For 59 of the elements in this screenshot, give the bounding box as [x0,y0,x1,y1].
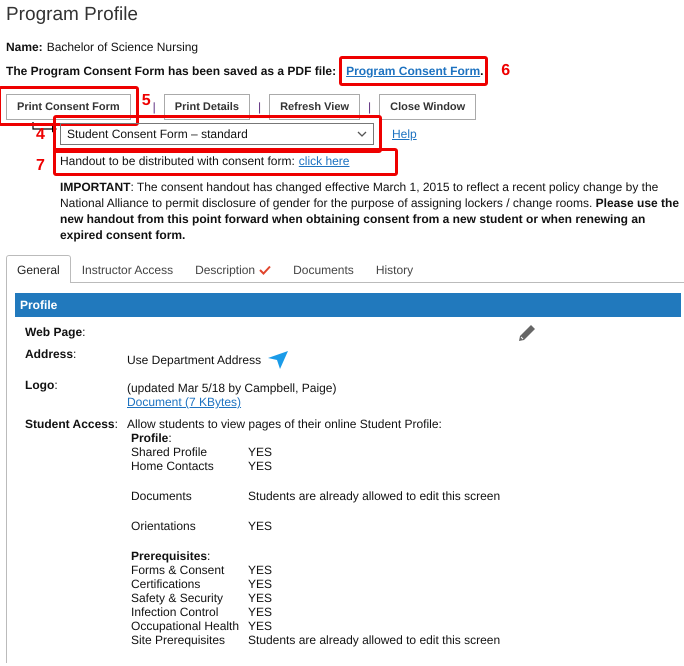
field-label: Address: [25,347,78,363]
tab[interactable]: Instructor Access [70,255,184,283]
program-name: Bachelor of Science Nursing [46,40,198,54]
callout-number: 5 [142,92,151,110]
access-value: YES [248,519,272,533]
access-name: Orientations [131,519,197,533]
pdf-notice: The Program Consent Form has been saved as a PDF file: [6,64,336,78]
access-value: YES [248,459,272,473]
navigation-arrow-icon [267,350,290,370]
handout-text: Handout to be distributed with consent form: [60,154,295,168]
access-name: Home Contacts [131,459,215,473]
tab[interactable]: History [364,255,424,283]
section-header: Profile [15,293,681,317]
callout-number: 6 [501,62,510,80]
access-value: Students are already allowed to edit this screen [248,489,500,503]
field-value: Use Department Address [127,353,262,367]
name-label: Name: [6,40,43,54]
access-name: Shared Profile [131,445,208,459]
separator: | [152,100,156,114]
toolbar-button[interactable]: Print Consent Form [6,94,131,120]
chevron-down-icon [357,131,367,137]
tab[interactable]: General [6,255,71,283]
consent-form-dropdown[interactable]: Student Consent Form – standard [60,123,374,145]
access-value: YES [248,605,272,619]
field-value: (updated Mar 5/18 by Campbell, Paige) [127,381,336,395]
field-label: Logo: [25,378,59,394]
access-name: Occupational Health [131,619,240,633]
toolbar-button[interactable]: Close Window [379,94,476,120]
document-link[interactable]: Document (7 KBytes) [127,395,242,409]
access-name: Documents [131,489,193,503]
period: . [480,64,484,78]
access-value: YES [248,591,272,605]
field-label: Student Access: [25,417,119,433]
separator: | [258,100,262,114]
important-notice: IMPORTANT: The consent handout has changed effective March 1, 2015 to reflect a recent policy change by the National Alliance to permit disclosure of gender for the purpose of assigning lockers / change rooms. Please use the new handout from this point forward when obtaining consent from a new student or when renewing an expired consent form. [60,179,680,243]
access-name: Forms & Consent [131,563,226,577]
group-heading: Profile: [131,431,173,445]
access-name: Infection Control [131,605,220,619]
access-value: YES [248,445,272,459]
callout-number: 7 [36,157,45,175]
field-value: Allow students to view pages of their online Student Profile: [127,417,443,431]
help-link[interactable]: Help [392,127,417,141]
tab[interactable]: Documents [282,255,365,283]
access-value: YES [248,563,272,577]
field-label: Web Page: [25,325,86,339]
access-name: Site Prerequisites [131,633,226,647]
access-value: YES [248,619,272,633]
tab[interactable]: Description [184,255,282,283]
pdf-link[interactable]: Program Consent Form [346,64,480,78]
handout-link[interactable]: click here [298,154,350,168]
pencil-icon[interactable] [517,323,537,343]
group-heading: Prerequisites: [131,549,212,563]
access-value: Students are already allowed to edit this screen [248,633,500,647]
callout-number: 4 [36,126,45,144]
separator: | [368,100,372,114]
page-title: Program Profile [6,4,139,26]
access-name: Safety & Security [131,591,224,605]
access-value: YES [248,577,272,591]
access-name: Certifications [131,577,202,591]
